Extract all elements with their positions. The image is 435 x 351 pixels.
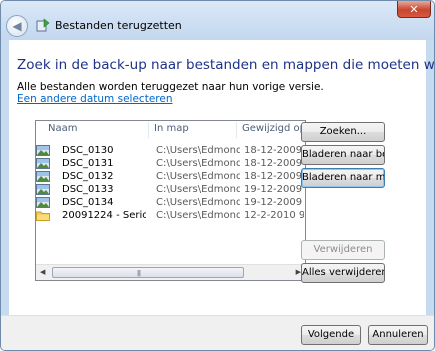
image-file-icon <box>36 158 50 169</box>
image-file-icon <box>36 171 50 182</box>
scrollbar-thumb[interactable]: ||| <box>52 267 244 278</box>
file-modified: 19-12-2009 8:45 <box>244 184 304 195</box>
file-location: C:\Users\Edmond Var... <box>156 197 240 208</box>
scroll-left-icon[interactable]: ◀ <box>40 268 45 276</box>
table-row[interactable]: 20091224 - Serious Request C:\Users\Edmo… <box>36 210 305 223</box>
cancel-button[interactable]: Annuleren <box>368 325 428 345</box>
file-location: C:\Users\Edmond Var... <box>156 171 240 182</box>
page-heading: Zoek in de back-up naar bestanden en map… <box>17 57 435 73</box>
backup-restore-icon <box>36 18 50 32</box>
table-row[interactable]: DSC_0131 C:\Users\Edmond Var... 18-12-20… <box>36 158 305 171</box>
remove-all-button[interactable]: Alles verwijderen <box>301 263 385 283</box>
image-file-icon <box>36 184 50 195</box>
file-modified: 18-12-2009 18:1 <box>244 171 304 182</box>
search-button[interactable]: Zoeken... <box>301 122 385 142</box>
file-name: DSC_0132 <box>62 171 114 182</box>
back-button[interactable]: ◀ <box>6 15 28 37</box>
grip-icon: ||| <box>137 270 141 277</box>
select-other-date-link[interactable]: Een andere datum selecteren <box>17 93 172 105</box>
file-name: DSC_0133 <box>62 184 114 195</box>
column-header-location[interactable]: In map <box>154 123 189 134</box>
file-modified: 12-2-2010 9:03 <box>244 210 304 221</box>
file-name: DSC_0130 <box>62 145 114 156</box>
browse-files-button[interactable]: Bladeren naar bestanden <box>301 145 385 165</box>
title-bar: ◀ Bestanden terugzetten ✕ <box>1 1 434 40</box>
close-icon: ✕ <box>409 2 419 16</box>
close-button[interactable]: ✕ <box>397 1 431 18</box>
file-location: C:\Users\Edmond Var... <box>156 145 240 156</box>
footer-bar: Volgende Annuleren <box>1 315 434 350</box>
column-divider[interactable] <box>148 122 149 138</box>
image-file-icon <box>36 145 50 156</box>
folder-icon <box>36 211 50 221</box>
file-modified: 19-12-2009 8:45 <box>244 197 304 208</box>
table-row[interactable]: DSC_0130 C:\Users\Edmond Var... 18-12-20… <box>36 145 305 158</box>
file-location: C:\Users\Edmond Var... <box>156 184 240 195</box>
table-row[interactable]: DSC_0134 C:\Users\Edmond Var... 19-12-20… <box>36 197 305 210</box>
file-location: C:\Users\Edmond Var... <box>156 158 240 169</box>
file-list[interactable]: Naam In map Gewijzigd op DSC_0130 C:\Use… <box>35 120 306 281</box>
column-header-modified[interactable]: Gewijzigd op <box>242 123 305 134</box>
next-button[interactable]: Volgende <box>301 325 361 345</box>
file-modified: 18-12-2009 18:1 <box>244 158 304 169</box>
file-name: DSC_0134 <box>62 197 114 208</box>
file-modified: 18-12-2009 18:1 <box>244 145 304 156</box>
description-text: Alle bestanden worden teruggezet naar hu… <box>17 81 324 93</box>
file-location: C:\Users\Edmond Var... <box>156 210 240 221</box>
restore-files-window: ◀ Bestanden terugzetten ✕ Zoek in de bac… <box>0 0 435 351</box>
image-file-icon <box>36 197 50 208</box>
remove-button[interactable]: Verwijderen <box>301 240 385 260</box>
browse-folders-button[interactable]: Bladeren naar mappen <box>301 168 385 188</box>
folder-name: 20091224 - Serious Request <box>62 210 146 221</box>
horizontal-scrollbar[interactable]: ◀ ||| ▶ <box>36 264 305 280</box>
back-arrow-icon: ◀ <box>12 19 22 33</box>
window-title: Bestanden terugzetten <box>55 19 182 32</box>
column-divider[interactable] <box>236 122 237 138</box>
file-name: DSC_0131 <box>62 158 114 169</box>
column-header-name[interactable]: Naam <box>48 123 77 134</box>
content-area: Zoek in de back-up naar bestanden en map… <box>9 40 434 315</box>
table-row[interactable]: DSC_0133 C:\Users\Edmond Var... 19-12-20… <box>36 184 305 197</box>
table-row[interactable]: DSC_0132 C:\Users\Edmond Var... 18-12-20… <box>36 171 305 184</box>
